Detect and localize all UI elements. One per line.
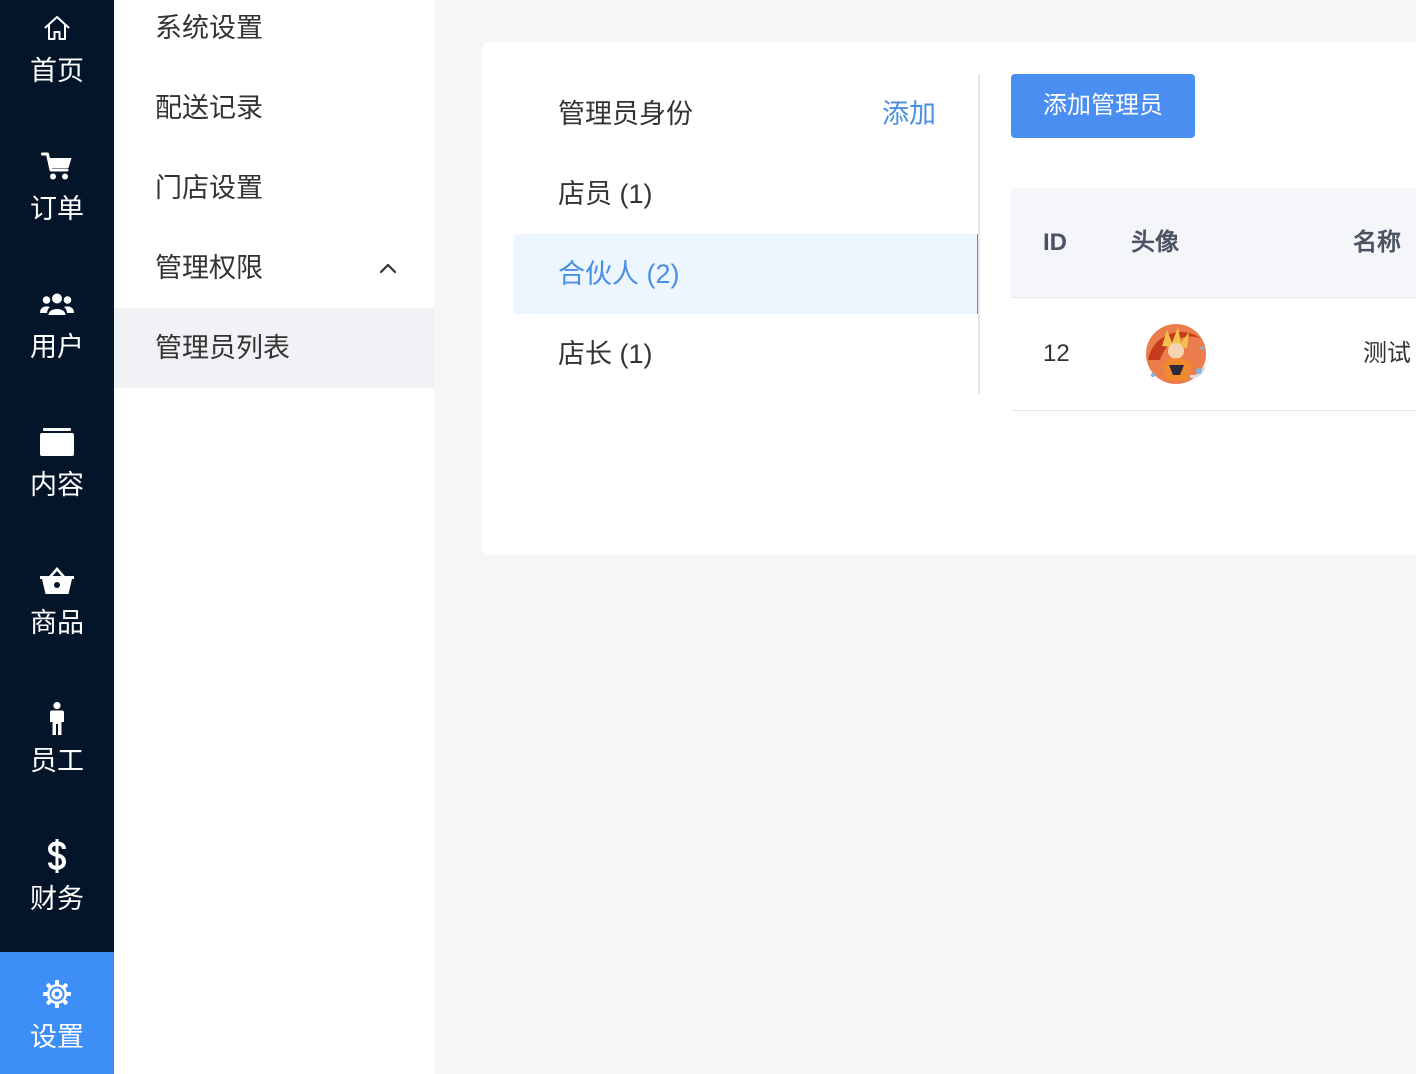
basket-icon — [37, 562, 77, 598]
cart-icon — [37, 148, 77, 184]
submenu-item-admin-list[interactable]: 管理员列表 — [114, 308, 434, 388]
role-item-label: 合伙人 (2) — [558, 259, 680, 289]
users-icon — [37, 286, 77, 322]
submenu-item-label: 配送记录 — [155, 93, 263, 123]
role-list-title: 管理员身份 — [558, 99, 693, 129]
nav-item-products[interactable]: 商品 — [0, 538, 114, 676]
person-icon — [37, 700, 77, 736]
role-item-label: 店员 (1) — [558, 179, 653, 209]
table-row[interactable]: 12 测试 — [1011, 298, 1416, 411]
nav-item-label: 财务 — [30, 884, 84, 914]
nav-item-label: 首页 — [30, 56, 84, 86]
role-list: 管理员身份 添加 店员 (1) 合伙人 (2) 店长 (1) — [514, 74, 980, 394]
nav-item-label: 用户 — [30, 332, 84, 362]
home-icon — [37, 10, 77, 46]
nav-item-staff[interactable]: 员工 — [0, 676, 114, 814]
gear-icon — [37, 976, 77, 1012]
submenu-item-system-settings[interactable]: 系统设置 — [114, 0, 434, 68]
vertical-divider — [978, 74, 980, 394]
column-header-name[interactable]: 名称 — [1353, 188, 1401, 297]
nav-item-content[interactable]: 内容 — [0, 400, 114, 538]
submenu-item-label: 管理员列表 — [155, 333, 290, 363]
dollar-icon — [37, 838, 77, 874]
column-header-id[interactable]: ID — [1043, 188, 1067, 297]
role-item-clerk[interactable]: 店员 (1) — [514, 154, 980, 234]
nav-item-label: 商品 — [30, 608, 84, 638]
folder-icon — [37, 424, 77, 460]
add-role-link[interactable]: 添加 — [882, 74, 936, 154]
submenu-item-store-settings[interactable]: 门店设置 — [114, 148, 434, 228]
submenu-item-label: 管理权限 — [155, 253, 263, 283]
role-item-label: 店长 (1) — [558, 339, 653, 369]
nav-item-settings[interactable]: 设置 — [0, 952, 114, 1074]
submenu-item-permissions[interactable]: 管理权限 — [114, 228, 434, 308]
table-header: ID 头像 名称 — [1011, 188, 1416, 298]
nav-item-users[interactable]: 用户 — [0, 262, 114, 400]
admin-card: 管理员身份 添加 店员 (1) 合伙人 (2) 店长 (1) 添加管理员 ID … — [482, 42, 1416, 554]
primary-nav: 首页 订单 用户 内容 商品 员工 财务 设置 — [0, 0, 114, 1074]
settings-submenu: 系统设置 配送记录 门店设置 管理权限 管理员列表 — [114, 0, 434, 1074]
nav-item-label: 设置 — [30, 1022, 84, 1052]
role-item-partner[interactable]: 合伙人 (2) — [514, 234, 980, 314]
submenu-item-label: 系统设置 — [155, 13, 263, 43]
nav-item-home[interactable]: 首页 — [0, 0, 114, 124]
add-admin-button[interactable]: 添加管理员 — [1011, 74, 1195, 138]
nav-item-label: 订单 — [30, 194, 84, 224]
nav-item-label: 内容 — [30, 470, 84, 500]
role-item-manager[interactable]: 店长 (1) — [514, 314, 980, 394]
nav-item-label: 员工 — [30, 746, 84, 776]
chevron-up-icon — [379, 263, 397, 274]
submenu-item-label: 门店设置 — [155, 173, 263, 203]
cell-name: 测试 — [1363, 340, 1411, 367]
cell-id: 12 — [1043, 340, 1070, 367]
submenu-item-delivery-records[interactable]: 配送记录 — [114, 68, 434, 148]
column-header-avatar[interactable]: 头像 — [1131, 188, 1179, 297]
role-list-header: 管理员身份 添加 — [514, 74, 980, 154]
avatar — [1146, 324, 1206, 384]
nav-item-finance[interactable]: 财务 — [0, 814, 114, 952]
admin-table: ID 头像 名称 12 测试 — [1011, 188, 1416, 454]
nav-item-orders[interactable]: 订单 — [0, 124, 114, 262]
